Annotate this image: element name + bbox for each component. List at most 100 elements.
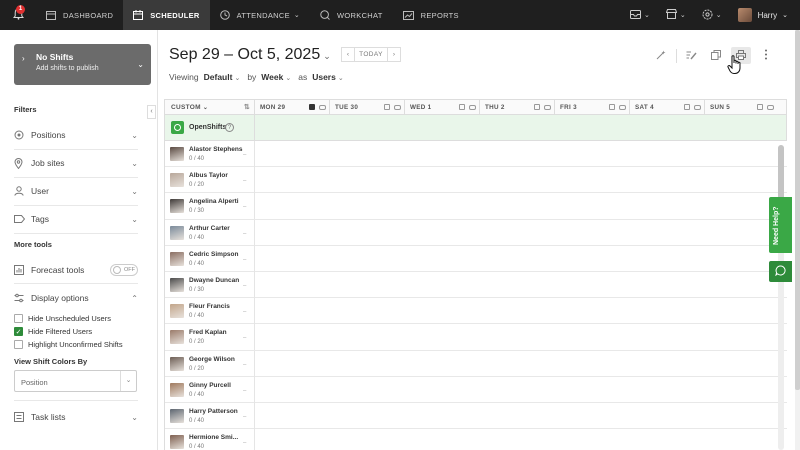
day-header-wed[interactable]: WED 1 [405,100,480,114]
day-header-sat[interactable]: SAT 4 [630,100,705,114]
previous-week-button[interactable]: ‹ [341,47,355,62]
settings-button[interactable]: ⌄ [694,9,730,22]
user-row[interactable]: Hermione Smi... 0 / 40 – [165,429,787,450]
facet-positions[interactable]: Positions ⌄ [14,127,138,143]
arrow-right-icon: › [22,54,25,63]
facet-job-sites[interactable]: Job sites ⌄ [14,155,138,171]
forecast-toggle[interactable]: OFF [110,264,138,276]
clipboard-icon[interactable] [757,104,763,110]
by-select[interactable]: Week ⌄ [261,72,293,82]
facet-user[interactable]: User ⌄ [14,183,138,199]
edit-schedule-button[interactable] [681,47,701,64]
nav-dashboard[interactable]: DASHBOARD [36,0,123,30]
checkbox-checked[interactable]: ✓ [14,327,23,336]
clipboard-icon[interactable] [609,104,615,110]
date-range-picker[interactable]: Sep 29 – Oct 5, 2025 ⌄ [169,46,331,64]
user-row-menu-icon[interactable]: – [243,257,246,263]
user-menu[interactable]: Harry ⌄ [730,8,800,22]
user-row[interactable]: Harry Patterson 0 / 40 – [165,402,787,430]
comment-icon[interactable] [619,104,626,110]
next-week-button[interactable]: › [387,47,401,62]
day-header-thu[interactable]: THU 2 [480,100,555,114]
comment-icon[interactable] [319,104,326,110]
auto-schedule-button[interactable] [651,47,671,64]
hide-unscheduled-checkbox[interactable]: Hide Unscheduled Users [14,313,111,324]
help-icon[interactable]: ? [225,123,234,132]
clipboard-icon[interactable] [459,104,465,110]
user-row[interactable]: Ginny Purcell 0 / 40 – [165,376,787,403]
checkbox[interactable] [14,340,23,349]
day-header-tue[interactable]: TUE 30 [330,100,405,114]
display-options-label: Display options [31,293,89,303]
user-row-menu-icon[interactable]: – [243,178,246,184]
nav-reports[interactable]: REPORTS [393,0,469,30]
display-options-toggle[interactable]: Display options ⌃ [14,290,138,306]
store-button[interactable]: ⌄ [658,9,694,21]
user-row[interactable]: Fred Kaplan 0 / 20 – [165,324,787,351]
copy-schedule-button[interactable] [706,47,726,64]
user-row[interactable]: Albus Taylor 0 / 20 – [165,167,787,194]
chevron-down-icon: ⌄ [131,186,138,196]
avatar [170,173,184,188]
user-row[interactable]: Arthur Carter 0 / 40 – [165,219,787,246]
day-header-mon[interactable]: MON 29 [255,100,330,114]
user-row[interactable]: George Wilson 0 / 20 – [165,350,787,377]
user-row[interactable]: Cedric Simpson 0 / 40 – [165,245,787,272]
week-navigation: ‹ TODAY › [341,47,401,62]
user-row-menu-icon[interactable]: – [243,388,246,394]
comment-icon[interactable] [394,104,401,110]
comment-icon[interactable] [694,104,701,110]
clipboard-icon[interactable] [384,104,390,110]
grid-scrollbar[interactable] [778,145,784,450]
chat-button[interactable] [769,261,792,282]
clipboard-icon[interactable] [534,104,540,110]
page-scrollbar[interactable] [795,30,800,450]
day-tools [757,104,774,110]
forecast-tools-row: Forecast tools OFF [14,262,138,278]
viewing-select[interactable]: Default ⌄ [204,72,243,82]
shift-colors-select[interactable]: Position ⌄ [14,370,137,392]
day-header-sun[interactable]: SUN 5 [705,100,777,114]
comment-icon[interactable] [544,104,551,110]
user-row-menu-icon[interactable]: – [243,414,246,420]
user-row-menu-icon[interactable]: – [243,152,246,158]
user-row-menu-icon[interactable]: – [243,204,246,210]
user-row-menu-icon[interactable]: – [243,231,246,237]
nav-scheduler[interactable]: SCHEDULER [123,0,210,30]
user-row-menu-icon[interactable]: – [243,440,246,446]
user-row[interactable]: Alastor Stephens 0 / 40 – [165,141,787,168]
user-row-menu-icon[interactable]: – [243,335,246,341]
more-options-button[interactable] [756,47,776,64]
user-row[interactable]: Fleur Francis 0 / 40 – [165,298,787,325]
clipboard-icon[interactable] [684,104,690,110]
comment-icon[interactable] [767,104,774,110]
user-row[interactable]: Dwayne Duncan 0 / 30 – [165,271,787,299]
avatar [170,225,184,240]
today-button[interactable]: TODAY [355,47,387,62]
open-shifts-row[interactable]: OpenShifts ? [164,115,787,141]
day-header-fri[interactable]: FRI 3 [555,100,630,114]
as-select[interactable]: Users ⌄ [312,72,346,82]
user-row-menu-icon[interactable]: – [243,283,246,289]
inbox-button[interactable]: ⌄ [622,9,658,21]
checkbox[interactable] [14,314,23,323]
highlight-unconfirmed-checkbox[interactable]: Highlight Unconfirmed Shifts [14,339,123,350]
facet-tags[interactable]: Tags ⌄ [14,211,138,227]
sort-icon[interactable]: ⇅ [244,103,250,111]
need-help-button[interactable]: Need Help? [769,197,792,253]
nav-workchat[interactable]: WORKCHAT [310,0,393,30]
hide-filtered-checkbox[interactable]: ✓ Hide Filtered Users [14,326,92,337]
user-hours: 0 / 30 [189,286,205,293]
user-row-menu-icon[interactable]: – [243,362,246,368]
nav-attendance[interactable]: ATTENDANCE ⌄ [210,0,310,30]
clipboard-icon[interactable] [309,104,315,110]
publish-shifts-button[interactable]: › No Shifts Add shifts to publish ⌄ [14,44,151,85]
user-row[interactable]: Angelina Alperti 0 / 30 – [165,193,787,220]
notifications-button[interactable]: 1 [0,0,36,30]
task-lists-row[interactable]: Task lists ⌄ [14,409,138,425]
collapse-sidebar-button[interactable]: ‹ [147,105,156,119]
comment-icon[interactable] [469,104,476,110]
scrollbar-thumb[interactable] [795,30,800,390]
custom-sort-column[interactable]: CUSTOM ⌄ ⇅ [165,100,255,114]
user-row-menu-icon[interactable]: – [243,309,246,315]
